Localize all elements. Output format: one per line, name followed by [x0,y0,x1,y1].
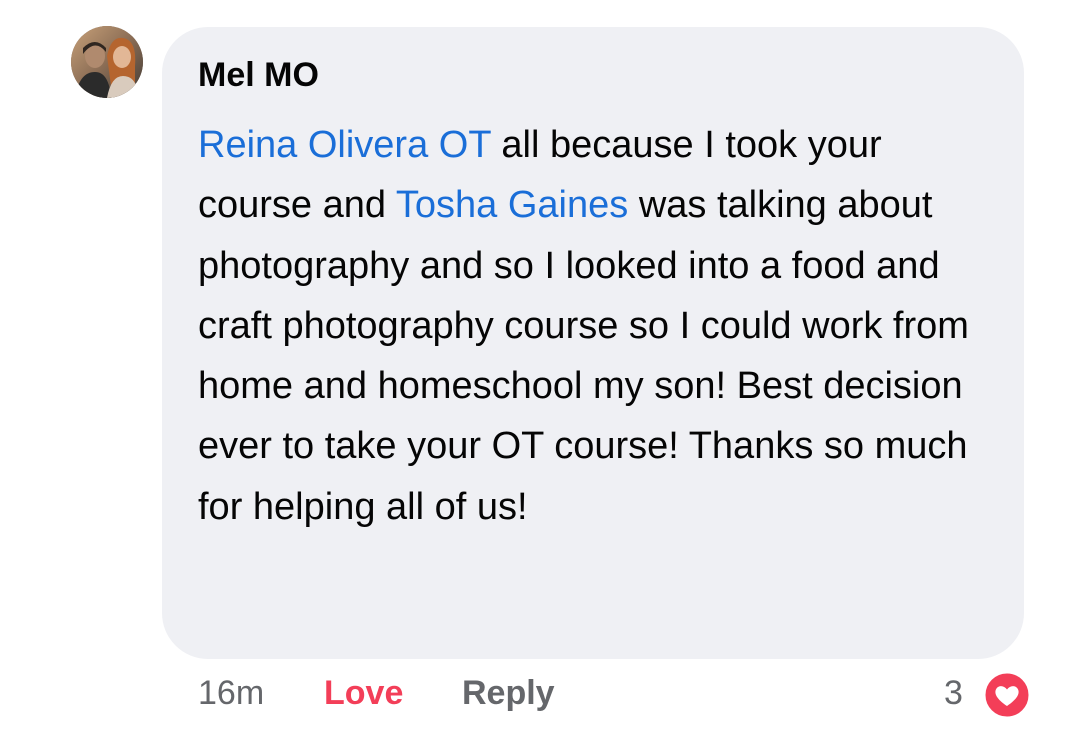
reaction-count[interactable]: 3 [944,674,963,713]
comment-container: Mel MO Reina Olivera OT all because I to… [0,0,1066,754]
love-button[interactable]: Love [324,674,403,713]
reply-button[interactable]: Reply [462,674,555,713]
avatar[interactable] [71,26,143,98]
comment-actions: 16m Love Reply 3 [0,666,1066,726]
comment-body: Reina Olivera OT all because I took your… [198,115,998,537]
avatar-photo [71,26,143,98]
mention-link[interactable]: Reina Olivera OT [198,124,491,166]
love-heart-icon[interactable] [982,670,1032,720]
comment-timestamp[interactable]: 16m [198,674,264,713]
comment-author[interactable]: Mel MO [198,55,994,95]
mention-link[interactable]: Tosha Gaines [396,184,628,226]
comment-text: was talking about photography and so I l… [198,184,969,528]
comment-bubble: Mel MO Reina Olivera OT all because I to… [162,27,1024,659]
